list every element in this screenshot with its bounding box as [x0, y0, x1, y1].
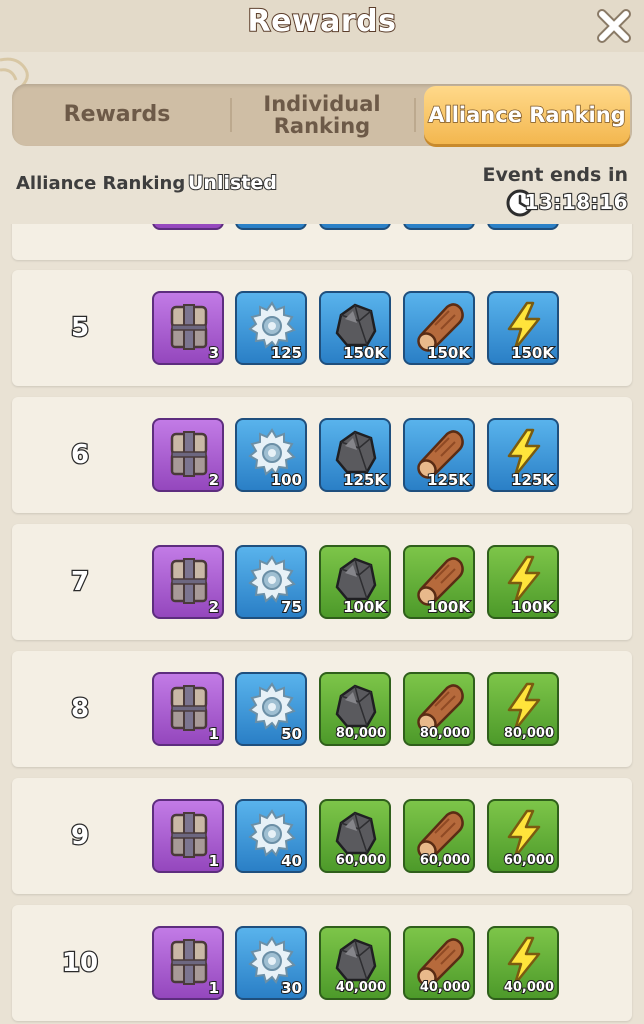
reward-quantity: 60,000 [419, 852, 471, 869]
reward-quantity: 80,000 [335, 725, 387, 742]
reward-quantity: 2 [208, 598, 221, 616]
reward-quantity: 60,000 [335, 852, 387, 869]
reward-item[interactable]: 80,000 [319, 672, 391, 746]
page-title: Rewards [246, 3, 397, 40]
tab-individual-ranking[interactable]: Individual Ranking [232, 84, 412, 146]
reward-quantity: 40 [280, 852, 303, 870]
reward-item[interactable]: 2 [152, 545, 224, 619]
reward-quantity: 80,000 [419, 725, 471, 742]
reward-item[interactable]: 125K [319, 418, 391, 492]
reward-quantity: 150K [510, 344, 555, 362]
table-row: 7 2 75 100K 100K 100K [12, 524, 632, 640]
reward-item[interactable]: 125 [235, 291, 307, 365]
reward-item[interactable]: 150K [487, 291, 559, 365]
tab-bar: Rewards Individual Ranking Alliance Rank… [12, 84, 632, 146]
reward-item-partial [403, 224, 475, 230]
reward-quantity: 40,000 [335, 979, 387, 996]
reward-item[interactable]: 100K [403, 545, 475, 619]
reward-quantity: 1 [208, 979, 221, 997]
table-row-partial [12, 224, 632, 260]
reward-item[interactable]: 60,000 [403, 799, 475, 873]
reward-quantity: 40,000 [503, 979, 555, 996]
reward-quantity: 50 [280, 725, 303, 743]
reward-item[interactable]: 150K [403, 291, 475, 365]
reward-item[interactable]: 125K [487, 418, 559, 492]
reward-quantity: 150K [426, 344, 471, 362]
rewards-list[interactable]: 5 3 125 150K 150K 150K 6 2 100 125K 125K 125K 7 2 75 10… [0, 224, 644, 1024]
reward-quantity: 30 [280, 979, 303, 997]
reward-item-partial [319, 224, 391, 230]
reward-item[interactable]: 125K [403, 418, 475, 492]
reward-item[interactable]: 1 [152, 926, 224, 1000]
header-bar: Rewards [0, 0, 644, 52]
rank-number: 10 [61, 947, 100, 980]
reward-item[interactable]: 60,000 [487, 799, 559, 873]
rank-number: 7 [70, 566, 91, 599]
reward-item[interactable]: 40,000 [319, 926, 391, 1000]
rank-number: 5 [70, 312, 91, 345]
reward-quantity: 40,000 [419, 979, 471, 996]
reward-item[interactable]: 60,000 [319, 799, 391, 873]
reward-quantity: 125K [342, 471, 387, 489]
rank-number: 9 [70, 820, 91, 853]
table-row: 9 1 40 60,000 60,000 60,000 [12, 778, 632, 894]
reward-quantity: 3 [208, 344, 221, 362]
reward-item[interactable]: 150K [319, 291, 391, 365]
reward-quantity: 60,000 [503, 852, 555, 869]
reward-quantity: 125K [510, 471, 555, 489]
reward-item[interactable]: 50 [235, 672, 307, 746]
table-row: 5 3 125 150K 150K 150K [12, 270, 632, 386]
rank-number: 8 [70, 693, 91, 726]
close-icon[interactable] [594, 6, 634, 46]
reward-item[interactable]: 75 [235, 545, 307, 619]
tab-alliance-ranking[interactable]: Alliance Ranking [424, 86, 630, 144]
reward-item[interactable]: 100K [319, 545, 391, 619]
table-row: 10 1 30 40,000 40,000 40,000 [12, 905, 632, 1021]
reward-quantity: 100K [510, 598, 555, 616]
reward-quantity: 100K [426, 598, 471, 616]
reward-quantity: 1 [208, 725, 221, 743]
reward-item[interactable]: 80,000 [487, 672, 559, 746]
table-row: 6 2 100 125K 125K 125K [12, 397, 632, 513]
reward-item-partial [487, 224, 559, 230]
reward-quantity: 100K [342, 598, 387, 616]
reward-item[interactable]: 80,000 [403, 672, 475, 746]
rank-number: 6 [70, 439, 91, 472]
tab-rewards[interactable]: Rewards [12, 84, 222, 146]
reward-quantity: 150K [342, 344, 387, 362]
reward-quantity: 75 [280, 598, 303, 616]
reward-quantity: 1 [208, 852, 221, 870]
event-ends-label: Event ends in [482, 164, 628, 186]
reward-item[interactable]: 30 [235, 926, 307, 1000]
reward-item[interactable]: 2 [152, 418, 224, 492]
reward-item-partial [152, 224, 224, 230]
event-timer: 13:18:16 [523, 189, 628, 215]
reward-item[interactable]: 1 [152, 672, 224, 746]
reward-item[interactable]: 3 [152, 291, 224, 365]
reward-quantity: 125K [426, 471, 471, 489]
alliance-ranking-value: Unlisted [187, 171, 278, 195]
reward-item[interactable]: 1 [152, 799, 224, 873]
reward-item[interactable]: 40,000 [487, 926, 559, 1000]
table-row: 8 1 50 80,000 80,000 80,000 [12, 651, 632, 767]
alliance-ranking-label: Alliance Ranking [16, 173, 186, 194]
reward-item[interactable]: 40 [235, 799, 307, 873]
reward-quantity: 80,000 [503, 725, 555, 742]
reward-item[interactable]: 100K [487, 545, 559, 619]
reward-quantity: 2 [208, 471, 221, 489]
tab-divider [414, 98, 416, 132]
reward-item-partial [235, 224, 307, 230]
reward-quantity: 125 [270, 344, 303, 362]
reward-item[interactable]: 100 [235, 418, 307, 492]
reward-item[interactable]: 40,000 [403, 926, 475, 1000]
reward-quantity: 100 [270, 471, 303, 489]
